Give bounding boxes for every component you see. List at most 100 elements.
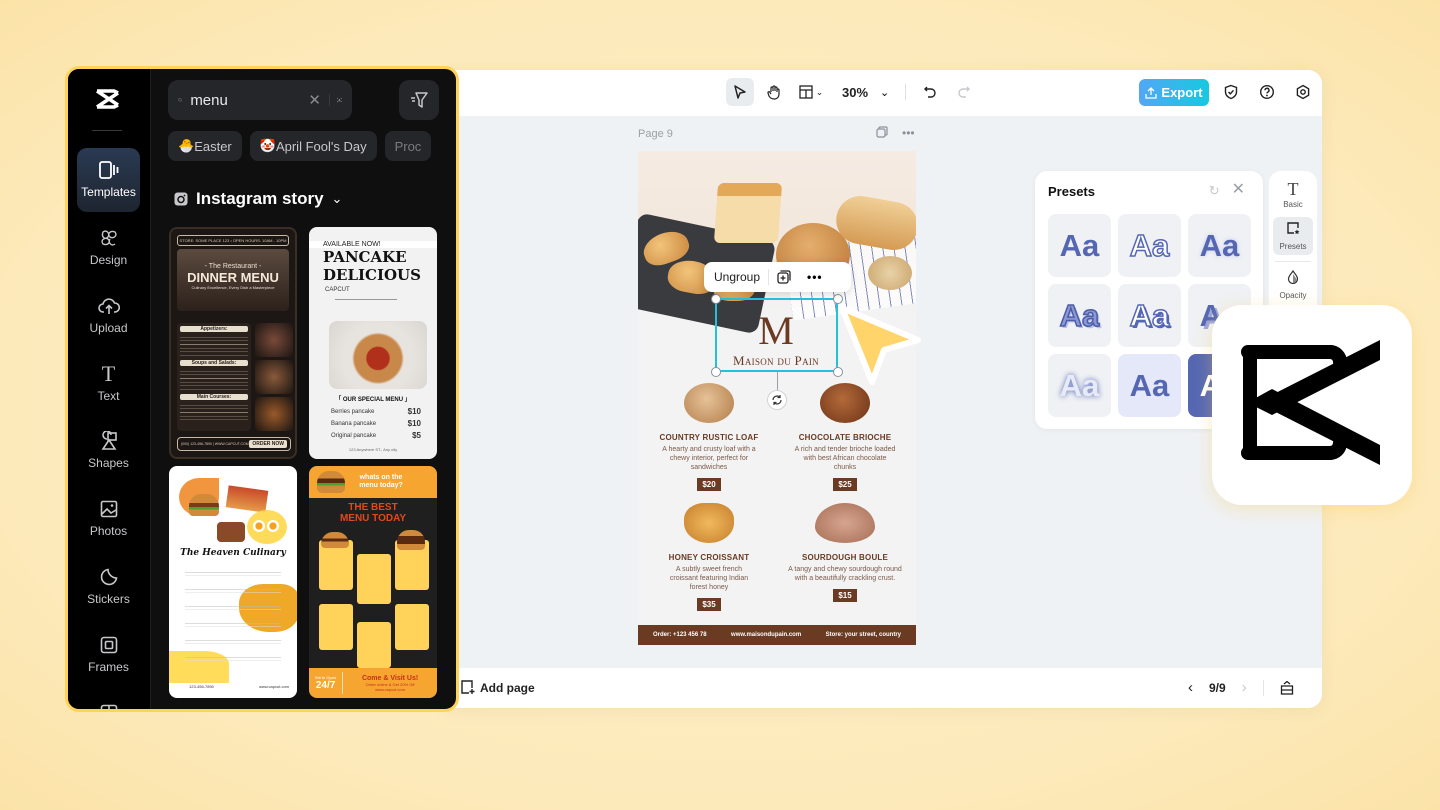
rail-photos[interactable]: Photos [77, 487, 140, 551]
resize-handle-bl[interactable] [711, 367, 721, 377]
next-page-icon[interactable]: › [1242, 679, 1247, 696]
canvas-area[interactable]: Page 9 ••• M Maison du Pain COUNTRY RUST… [440, 116, 1322, 668]
redo-button[interactable] [950, 78, 978, 106]
clear-search-icon[interactable]: ✕ [308, 91, 321, 109]
preset-style-4[interactable]: Aa [1048, 284, 1111, 347]
rail-upload[interactable]: Upload [77, 284, 140, 348]
more-icon[interactable]: ••• [807, 270, 823, 284]
item-name: COUNTRY RUSTIC LOAF [659, 433, 759, 442]
divider [905, 84, 907, 100]
template-card-heaven-culinary[interactable]: The Heaven Culinary 123-456-7890 www.capc… [169, 466, 297, 698]
footer-store: Store: your street, country [825, 632, 901, 638]
rail-more[interactable] [77, 691, 140, 709]
add-page-icon [461, 680, 475, 694]
template-card-dinner-menu[interactable]: STORE: SOME PLACE 123 • OPEN HOURS: 10AM… [169, 227, 297, 459]
menu-item[interactable]: HONEY CROISSANT A subtly sweet french cr… [644, 503, 774, 612]
filter-button[interactable] [399, 80, 439, 120]
menu-item[interactable]: SOURDOUGH BOULE A tangy and chewy sourdo… [780, 503, 910, 603]
zoom-level[interactable]: 30% [842, 85, 868, 100]
context-menu: Ungroup ••• [704, 262, 851, 292]
preset-style-1[interactable]: Aa [1048, 214, 1111, 277]
divider [92, 130, 122, 131]
rail-text[interactable]: T Text [77, 352, 140, 416]
prev-page-icon[interactable]: ‹ [1188, 679, 1193, 696]
tpl-header: whats on the menu today? [309, 466, 437, 498]
more-options-icon[interactable]: ••• [902, 126, 915, 140]
zoom-chevron-icon[interactable]: ⌄ [880, 86, 889, 99]
select-tool-button[interactable] [726, 78, 754, 106]
cursor-pointer-icon [839, 305, 921, 385]
preset-style-2[interactable]: Aa [1118, 214, 1181, 277]
section-dropdown[interactable]: Instagram story ⌄ [174, 189, 342, 209]
rail-design[interactable]: Design [77, 216, 140, 280]
capcut-logo-icon[interactable] [94, 87, 122, 111]
rail-label: Shapes [88, 456, 129, 470]
hand-icon [767, 85, 780, 100]
export-button[interactable]: Export [1139, 79, 1209, 106]
footer-website: www.maisondupain.com [731, 632, 802, 638]
tpl-cta: ORDER NOW [249, 440, 287, 448]
close-icon[interactable]: ✕ [1232, 182, 1245, 199]
preset-style-8[interactable]: Aa [1118, 354, 1181, 417]
sticker-icon [77, 565, 140, 589]
preset-style-7[interactable]: Aa [1048, 354, 1111, 417]
rotate-handle[interactable] [767, 390, 787, 410]
rail-frames[interactable]: Frames [77, 623, 140, 687]
menu-item[interactable]: CHOCOLATE BRIOCHE A rich and tender brio… [780, 383, 910, 492]
chip-label: Proc [394, 138, 422, 154]
chip-easter[interactable]: 🐣 Easter [168, 131, 242, 161]
presets-title: Presets [1048, 184, 1095, 199]
search-input[interactable] [190, 91, 301, 109]
add-page-button[interactable]: Add page [460, 680, 535, 695]
undo-button[interactable] [916, 78, 944, 106]
prop-presets[interactable]: Presets [1273, 217, 1313, 255]
prop-label: Opacity [1279, 291, 1307, 300]
chip-april-fools[interactable]: 🤡 April Fool's Day [249, 131, 377, 161]
export-icon [1145, 86, 1158, 99]
item-price: $20 [697, 478, 721, 491]
template-card-best-menu[interactable]: whats on the menu today? THE BEST MENU TO… [309, 466, 437, 698]
menu-item[interactable]: COUNTRY RUSTIC LOAF A hearty and crusty … [644, 383, 774, 492]
duplicate-page-icon[interactable] [876, 126, 888, 138]
preset-style-5[interactable]: Aa [1118, 284, 1181, 347]
bread-image [684, 383, 734, 423]
duplicate-icon[interactable] [777, 270, 791, 284]
image-search-icon[interactable] [337, 92, 342, 108]
help-button[interactable] [1254, 79, 1280, 105]
layout-dropdown[interactable]: ⌄ [794, 78, 828, 106]
resize-handle-tl[interactable] [711, 294, 721, 304]
chip-proc[interactable]: Proc [384, 131, 432, 161]
page-label: Page 9 [638, 128, 673, 140]
frame-icon [77, 633, 140, 657]
design-footer[interactable]: Order: +123 456 78 www.maisondupain.com … [638, 625, 916, 645]
tpl-contact: (000) 123-456-7890 | WWW.CAPCUT.COM [181, 442, 249, 446]
rail-stickers[interactable]: Stickers [77, 555, 140, 619]
tpl-title: The Heaven Culinary [180, 548, 286, 558]
rotate-line [777, 372, 778, 390]
pages-panel-icon[interactable] [1280, 680, 1294, 695]
preset-style-3[interactable]: Aa [1188, 214, 1251, 277]
tpl-footer: (000) 123-456-7890 | WWW.CAPCUT.COM ORDE… [177, 437, 291, 451]
reset-icon[interactable]: ↻ [1209, 183, 1220, 199]
ungroup-button[interactable]: Ungroup [714, 270, 760, 284]
pager: ‹ 9/9 › [1188, 679, 1294, 696]
photo-icon [77, 497, 140, 521]
tpl-menu-header: 「 OUR SPECIAL MENU 」 [335, 397, 411, 403]
prop-basic[interactable]: T Basic [1273, 175, 1313, 213]
tpl-title: PANCAKE DELICIOUS [323, 248, 421, 284]
item-name: SOURDOUGH BOULE [801, 553, 889, 562]
rail-shapes[interactable]: Shapes [77, 419, 140, 483]
settings-button[interactable] [1290, 79, 1316, 105]
templates-panel: Templates Design Upload T Text Shapes Ph… [65, 66, 459, 712]
search-box: ✕ [168, 80, 352, 120]
sourdough-image [815, 503, 875, 543]
templates-icon [77, 158, 140, 182]
hand-tool-button[interactable] [760, 78, 788, 106]
rail-templates[interactable]: Templates [77, 148, 140, 212]
selection-box[interactable] [715, 298, 838, 372]
template-card-pancake[interactable]: AVAILABLE NOW! PANCAKE DELICIOUS CAPCUT 「… [309, 227, 437, 459]
prop-opacity[interactable]: Opacity [1273, 266, 1313, 304]
chip-label: April Fool's Day [275, 138, 367, 154]
export-label: Export [1161, 85, 1203, 100]
shield-button[interactable] [1218, 79, 1244, 105]
